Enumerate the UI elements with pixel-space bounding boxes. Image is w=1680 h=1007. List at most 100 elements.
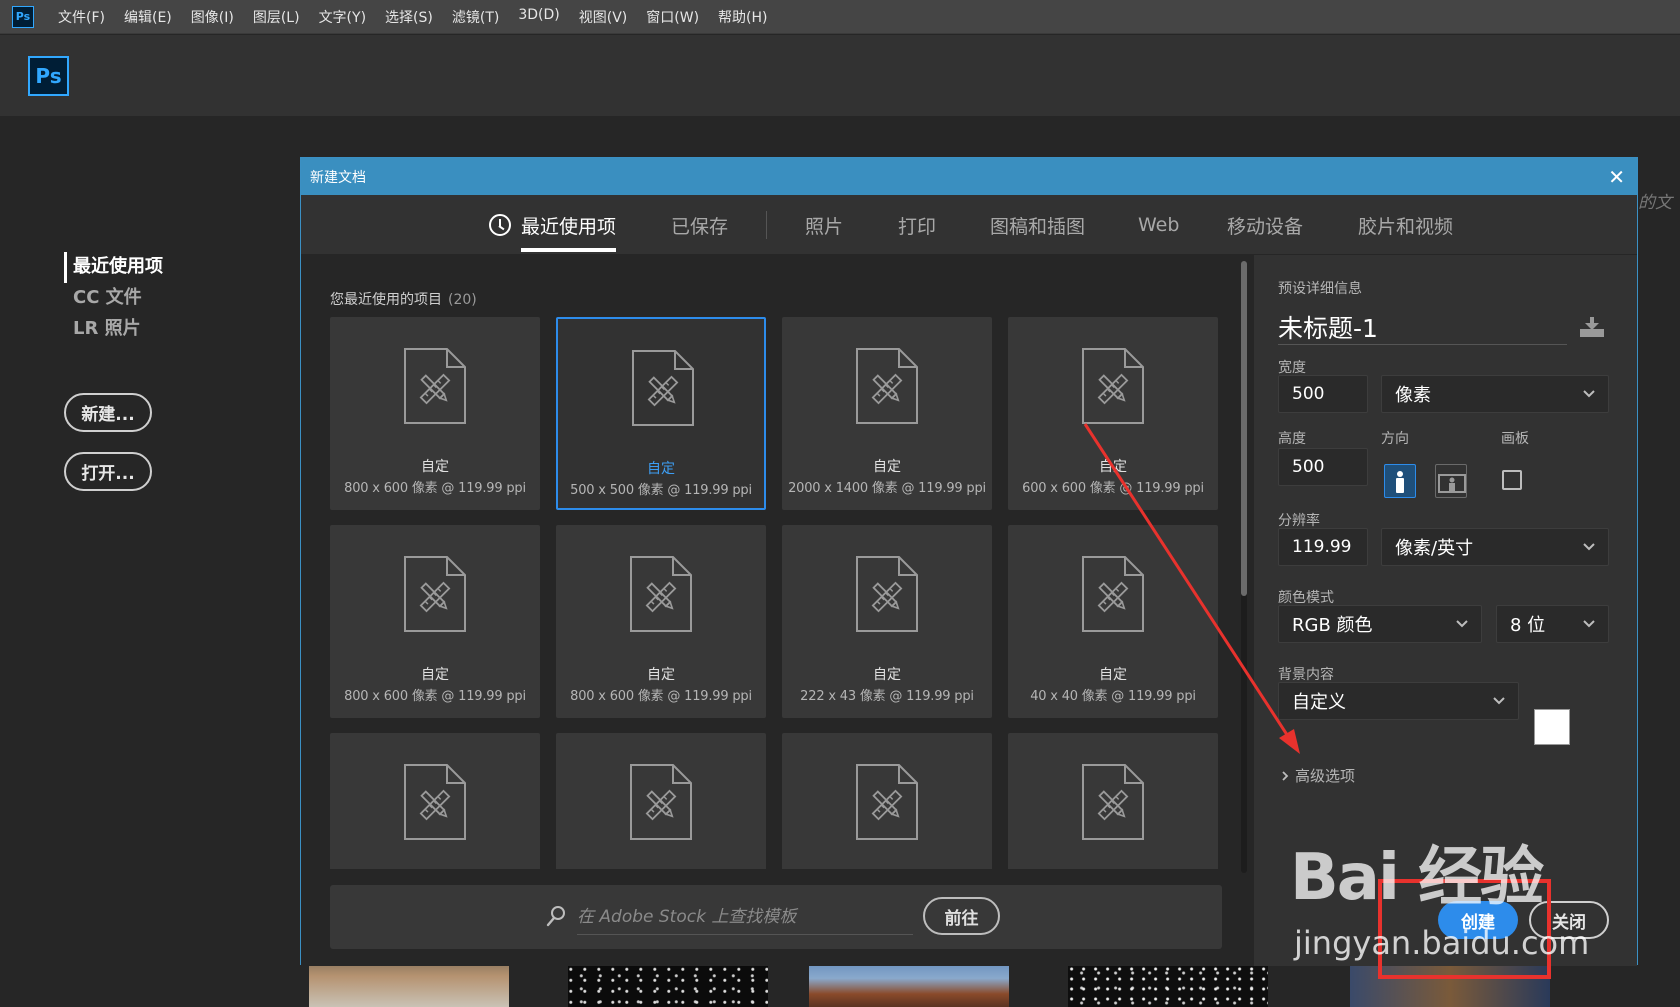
background-contents-value: 自定义 — [1292, 692, 1346, 713]
color-mode-select[interactable]: RGB 颜色 — [1278, 605, 1482, 643]
create-button[interactable]: 创建 — [1438, 901, 1518, 939]
portrait-orientation-button[interactable] — [1384, 464, 1416, 498]
home-open-button[interactable]: 打开... — [64, 452, 152, 491]
recent-item-card[interactable]: 自定 600 x 600 像素 @ 119.99 ppi — [1008, 317, 1218, 510]
preset-details-label: 预设详细信息 — [1278, 281, 1362, 297]
menu-edit[interactable]: 编辑(E) — [124, 7, 172, 27]
stock-go-button[interactable]: 前往 — [923, 897, 1000, 935]
recent-item-card[interactable] — [330, 733, 540, 869]
tab-print[interactable]: 打印 — [898, 195, 936, 255]
recent-item-spec: 40 x 40 像素 @ 119.99 ppi — [1030, 689, 1196, 704]
recent-items-scrollbar[interactable] — [1241, 261, 1247, 873]
document-icon — [630, 556, 692, 632]
app-header: Ps — [0, 35, 1680, 116]
recent-items-panel: 您最近使用的项目 (20) 自定 800 x 600 像素 @ 119.99 ppi… — [301, 255, 1254, 966]
recent-item-name: 自定 — [1099, 667, 1127, 683]
close-button[interactable]: 关闭 — [1529, 901, 1609, 939]
resolution-unit-select[interactable]: 像素/英寸 — [1381, 528, 1609, 566]
document-name-input[interactable]: 未标题-1 — [1278, 309, 1567, 345]
close-icon[interactable]: ✕ — [1608, 167, 1625, 187]
save-preset-icon[interactable] — [1578, 315, 1606, 339]
document-icon — [856, 764, 918, 840]
bit-depth-select[interactable]: 8 位 — [1496, 605, 1609, 643]
menu-window[interactable]: 窗口(W) — [646, 7, 699, 27]
portrait-icon — [1396, 471, 1404, 493]
document-icon — [632, 350, 694, 426]
recent-item-card[interactable]: 自定 800 x 600 像素 @ 119.99 ppi — [330, 525, 540, 718]
recent-item-card[interactable] — [782, 733, 992, 869]
document-icon — [404, 556, 466, 632]
width-label: 宽度 — [1278, 360, 1306, 376]
scrollbar-thumb[interactable] — [1241, 261, 1247, 596]
stock-search-input[interactable] — [577, 899, 913, 935]
recent-item-card[interactable]: 自定 40 x 40 像素 @ 119.99 ppi — [1008, 525, 1218, 718]
tab-saved[interactable]: 已保存 — [671, 195, 728, 255]
menu-help[interactable]: 帮助(H) — [718, 7, 767, 27]
document-icon — [856, 556, 918, 632]
document-icon — [404, 764, 466, 840]
resolution-input[interactable]: 119.99 — [1278, 528, 1368, 566]
document-icon — [1082, 764, 1144, 840]
width-unit-value: 像素 — [1395, 385, 1431, 406]
background-color-swatch[interactable] — [1534, 709, 1570, 745]
height-input[interactable]: 500 — [1278, 448, 1368, 486]
recent-items-heading: 您最近使用的项目 (20) — [330, 289, 477, 309]
width-unit-select[interactable]: 像素 — [1381, 375, 1609, 413]
menu-view[interactable]: 视图(V) — [579, 7, 628, 27]
menu-file[interactable]: 文件(F) — [58, 7, 105, 27]
recent-item-card[interactable]: 自定 2000 x 1400 像素 @ 119.99 ppi — [782, 317, 992, 510]
menu-layer[interactable]: 图层(L) — [253, 7, 300, 27]
tab-recent[interactable]: 最近使用项 — [489, 195, 617, 255]
document-icon — [404, 348, 466, 424]
menu-type[interactable]: 文字(Y) — [319, 7, 366, 27]
artboard-label: 画板 — [1501, 431, 1529, 447]
tab-recent-label: 最近使用项 — [521, 215, 617, 238]
recent-item-card[interactable]: 自定 800 x 600 像素 @ 119.99 ppi — [556, 525, 766, 718]
recent-item-card[interactable] — [556, 733, 766, 869]
recent-item-name: 自定 — [421, 667, 449, 683]
recent-items-count: (20) — [448, 292, 477, 308]
recent-items-title: 您最近使用的项目 — [330, 292, 442, 308]
landscape-orientation-button[interactable] — [1435, 464, 1467, 498]
menu-select[interactable]: 选择(S) — [385, 7, 433, 27]
landscape-icon — [1438, 474, 1466, 493]
recent-item-name: 自定 — [873, 667, 901, 683]
new-document-dialog: 新建文档 ✕ 最近使用项 已保存 照片 打印 图稿和插图 Web 移动设备 胶片… — [300, 157, 1638, 966]
tab-photo[interactable]: 照片 — [805, 195, 843, 255]
tab-film-video[interactable]: 胶片和视频 — [1358, 195, 1453, 255]
tab-mobile[interactable]: 移动设备 — [1227, 195, 1303, 255]
home-nav-recent[interactable]: 最近使用项 — [64, 252, 163, 283]
menu-filter[interactable]: 滤镜(T) — [452, 7, 499, 27]
advanced-options-toggle[interactable]: 高级选项 — [1280, 765, 1355, 786]
recent-item-card[interactable]: 自定 222 x 43 像素 @ 119.99 ppi — [782, 525, 992, 718]
background-text-fragment: 的文 — [1638, 193, 1672, 213]
recent-item-card[interactable] — [1008, 733, 1218, 869]
background-contents-label: 背景内容 — [1278, 667, 1334, 683]
tab-web[interactable]: Web — [1138, 195, 1179, 255]
home-new-button[interactable]: 新建... — [64, 393, 152, 432]
photoshop-app-icon: Ps — [12, 5, 34, 28]
recent-item-name: 自定 — [1099, 459, 1127, 475]
document-icon — [1082, 556, 1144, 632]
tab-divider — [766, 211, 767, 239]
dialog-title-bar: 新建文档 ✕ — [301, 158, 1637, 195]
artboard-checkbox[interactable] — [1502, 470, 1522, 490]
background-contents-select[interactable]: 自定义 — [1278, 682, 1519, 720]
recent-item-card[interactable]: 自定 800 x 600 像素 @ 119.99 ppi — [330, 317, 540, 510]
photoshop-logo[interactable]: Ps — [28, 56, 69, 96]
color-mode-label: 颜色模式 — [1278, 590, 1334, 606]
recent-item-card[interactable]: 自定 500 x 500 像素 @ 119.99 ppi — [556, 317, 766, 510]
resolution-label: 分辨率 — [1278, 513, 1320, 529]
home-nav-cc-files[interactable]: CC 文件 — [64, 283, 163, 314]
color-mode-value: RGB 颜色 — [1292, 615, 1373, 636]
preset-tabs: 最近使用项 已保存 照片 打印 图稿和插图 Web 移动设备 胶片和视频 — [301, 195, 1637, 255]
menu-3d[interactable]: 3D(D) — [518, 7, 559, 27]
width-input[interactable]: 500 — [1278, 375, 1368, 413]
home-nav-lr-photos[interactable]: LR 照片 — [64, 314, 163, 345]
menu-image[interactable]: 图像(I) — [191, 7, 234, 27]
tab-art-illustration[interactable]: 图稿和插图 — [990, 195, 1085, 255]
document-icon — [630, 764, 692, 840]
chevron-down-icon — [1493, 697, 1505, 705]
preset-details-panel: 预设详细信息 未标题-1 宽度 500 像素 高度 方向 画板 500 分辨率 … — [1254, 255, 1637, 966]
menu-items: 文件(F) 编辑(E) 图像(I) 图层(L) 文字(Y) 选择(S) 滤镜(T… — [58, 7, 787, 27]
